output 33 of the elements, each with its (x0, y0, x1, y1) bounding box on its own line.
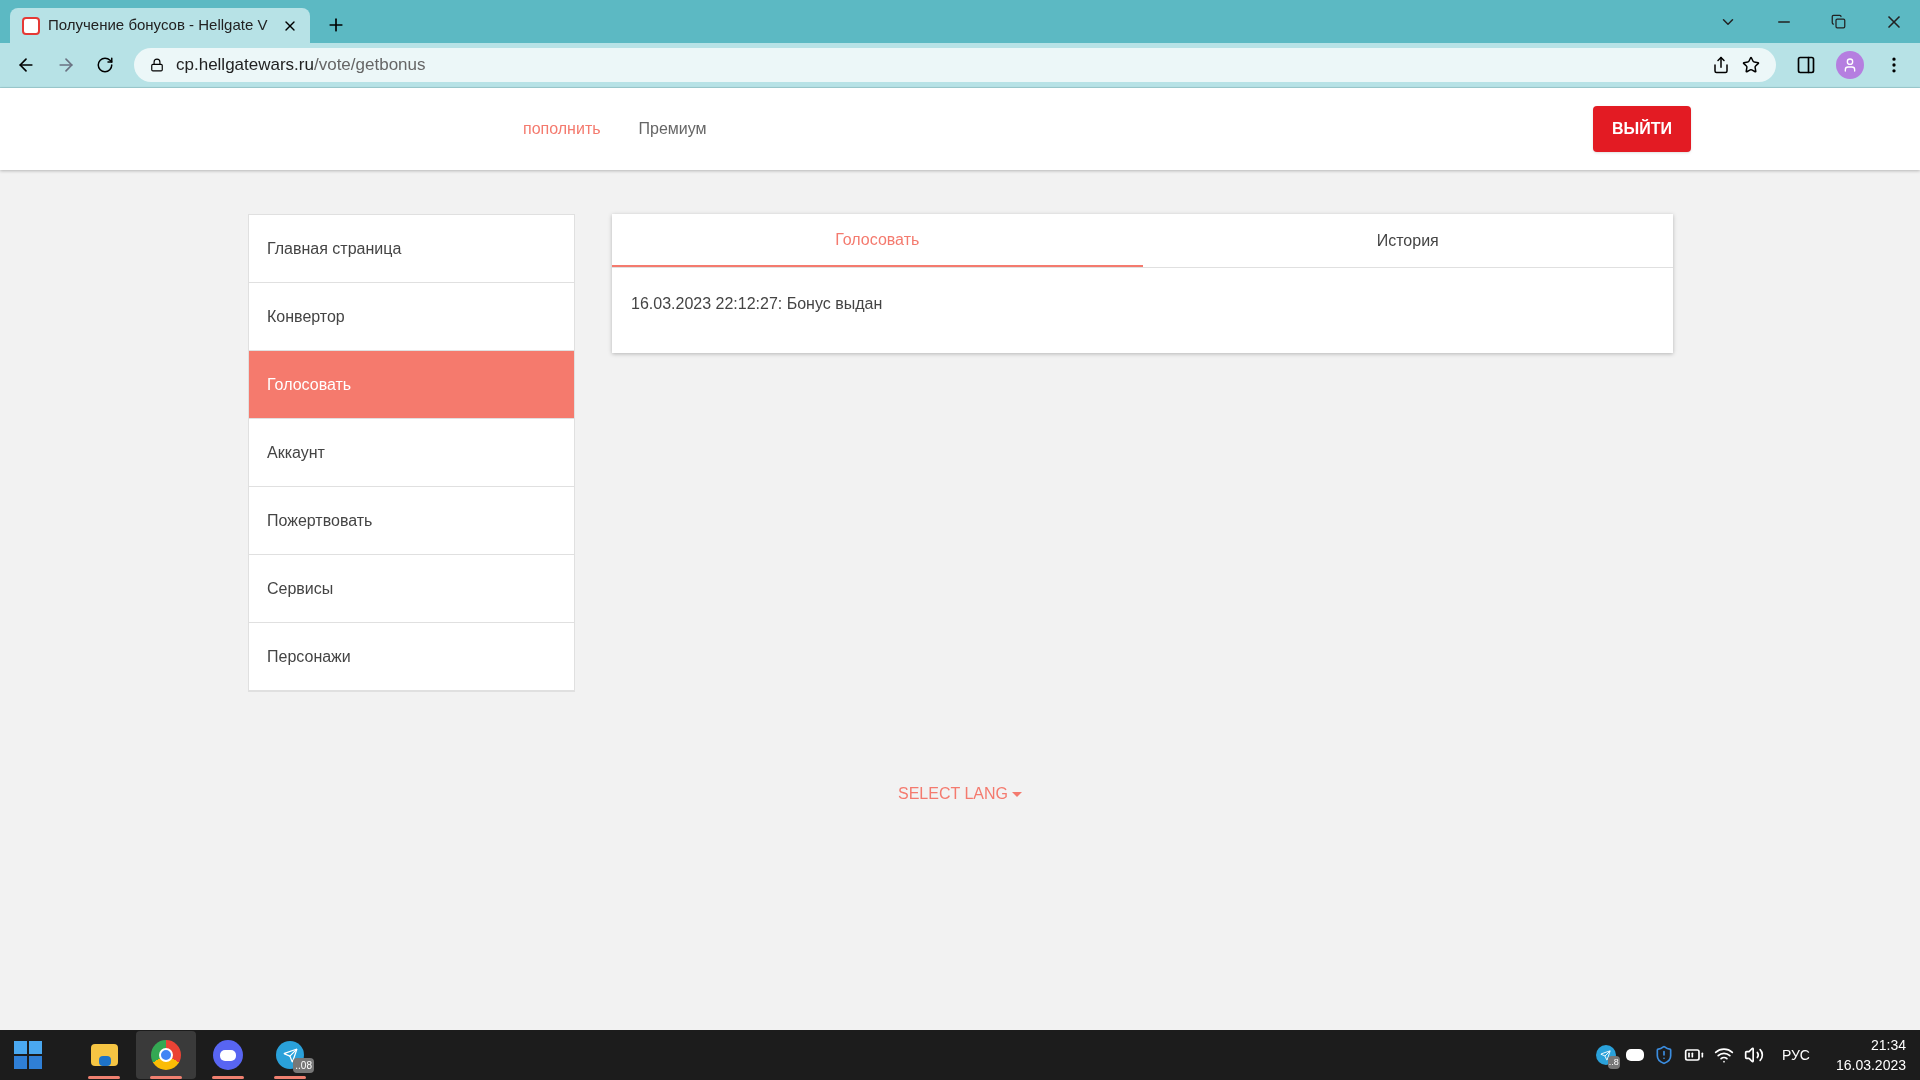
reload-icon[interactable] (96, 56, 114, 74)
tab-title: Получение бонусов - Hellgate V (48, 15, 269, 36)
bookmark-star-icon[interactable] (1742, 56, 1760, 74)
tab[interactable]: История (1142, 214, 1673, 267)
badge: ..08 (293, 1058, 314, 1073)
input-language[interactable]: РУС (1781, 1044, 1810, 1066)
wifi-icon[interactable] (1713, 1045, 1734, 1065)
site-logo-icon (22, 16, 40, 35)
url-text: cp.hellgatewars.ru/vote/getbonus (176, 54, 426, 77)
taskbar-app[interactable]: ..08 (260, 1031, 320, 1079)
nav-link[interactable]: Премиум (638, 117, 707, 141)
address-bar[interactable]: cp.hellgatewars.ru/vote/getbonus (134, 48, 1776, 82)
folder-icon (90, 1044, 118, 1066)
clock-date[interactable]: 16.03.2023 (1835, 1055, 1906, 1075)
caret-icon (1012, 791, 1022, 797)
logout-button[interactable]: ВЫЙТИ (1593, 106, 1691, 152)
start-icon[interactable] (14, 1041, 42, 1069)
restore-icon[interactable] (1831, 14, 1846, 29)
share-icon[interactable] (1712, 56, 1730, 74)
profile-avatar[interactable] (1836, 51, 1864, 79)
side-panel-icon[interactable] (1796, 55, 1816, 75)
clock-time[interactable]: 21:34 (1870, 1035, 1906, 1055)
volume-icon[interactable] (1743, 1045, 1764, 1065)
sidebar-item[interactable]: Сервисы (249, 555, 574, 623)
sidebar-item[interactable]: Пожертвовать (249, 487, 574, 555)
sidebar-item[interactable]: Аккаунт (249, 419, 574, 487)
browser-tab[interactable]: Получение бонусов - Hellgate V (10, 8, 310, 43)
sidebar-item[interactable]: Персонажи (249, 623, 574, 691)
sidebar-item[interactable]: Главная страница (249, 215, 574, 283)
bonus-message: 16.03.2023 22:12:27: Бонус выдан (631, 295, 883, 312)
taskbar-app[interactable] (136, 1031, 196, 1079)
browser-icon (151, 1040, 181, 1070)
lock-icon (150, 58, 164, 72)
